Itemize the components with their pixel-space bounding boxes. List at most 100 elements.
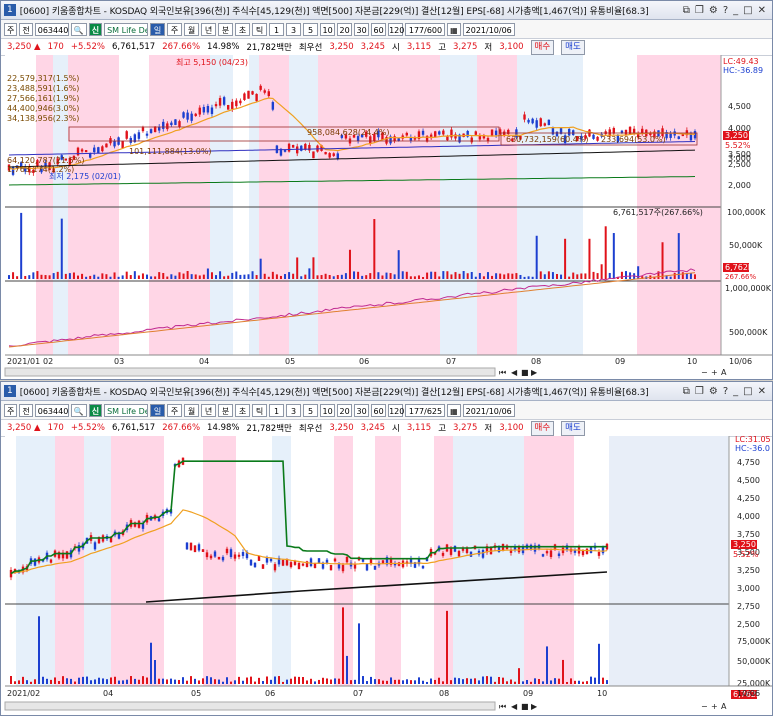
interval-120-button[interactable]: 120 xyxy=(388,403,404,417)
calendar-icon[interactable]: ▦ xyxy=(447,22,461,36)
stock-name-field[interactable]: SM Life De xyxy=(104,22,149,36)
candle-body xyxy=(494,130,498,136)
close-icon[interactable]: ✕ xyxy=(758,386,766,397)
volume-bar xyxy=(102,678,104,684)
interval-20-button[interactable]: 20 xyxy=(337,22,353,36)
nav-first-icon[interactable]: ⏮ xyxy=(499,702,506,711)
highlight-band xyxy=(609,436,729,686)
font-size-icon[interactable]: A xyxy=(721,702,727,711)
volume-bar xyxy=(122,680,124,684)
period-tick-button[interactable]: 틱 xyxy=(252,22,268,36)
close-icon[interactable]: ✕ xyxy=(758,5,766,16)
restore-icon[interactable]: ❐ xyxy=(695,5,704,16)
date-field[interactable]: 2021/10/06 xyxy=(462,22,515,36)
sell-button[interactable]: 매도 xyxy=(561,39,585,55)
period-month-button[interactable]: 월 xyxy=(184,403,200,417)
search-icon[interactable]: 🔍 xyxy=(70,403,87,417)
period-week-button[interactable]: 주 xyxy=(167,403,183,417)
interval-10-button[interactable]: 10 xyxy=(320,403,336,417)
restore-icon[interactable]: ❐ xyxy=(695,386,704,397)
high-value: 3,275 xyxy=(453,423,478,433)
period-year-button[interactable]: 년 xyxy=(201,22,217,36)
period-day-button[interactable]: 일 xyxy=(150,22,166,36)
maximize-icon[interactable]: □ xyxy=(743,5,752,16)
maximize-icon[interactable]: □ xyxy=(743,386,752,397)
interval-3-button[interactable]: 3 xyxy=(286,403,302,417)
data-count-field[interactable]: 177/625 xyxy=(405,403,446,417)
horizontal-scrollbar[interactable] xyxy=(4,701,496,711)
window-2-titlebar[interactable]: 1 [0600] 키움종합차트 - KOSDAQ 외국인보유[396(천)] 주… xyxy=(1,382,772,401)
nav-next-icon[interactable]: ▶ xyxy=(531,368,538,377)
nav-prev-icon[interactable]: ◀ xyxy=(511,702,518,711)
volume-bar xyxy=(141,273,144,279)
period-year-button[interactable]: 년 xyxy=(201,403,217,417)
volume-bar xyxy=(385,272,388,279)
period-minute-button[interactable]: 분 xyxy=(218,22,234,36)
interval-5-button[interactable]: 5 xyxy=(303,403,319,417)
period-minute-button[interactable]: 분 xyxy=(218,403,234,417)
tools-icon[interactable]: ⚙ xyxy=(709,5,718,16)
window-1-titlebar[interactable]: 1 [0600] 키움종합차트 - KOSDAQ 외국인보유[396(천)] 주… xyxy=(1,1,772,20)
horizontal-scrollbar[interactable] xyxy=(4,367,496,377)
interval-60-button[interactable]: 60 xyxy=(371,22,387,36)
period-second-button[interactable]: 초 xyxy=(235,403,251,417)
buy-button[interactable]: 매수 xyxy=(530,420,555,436)
interval-20-button[interactable]: 20 xyxy=(337,403,353,417)
interval-1-button[interactable]: 1 xyxy=(269,403,285,417)
stock-code-input[interactable]: 063440 xyxy=(34,22,69,36)
volume-bar xyxy=(542,681,544,684)
help-icon[interactable]: ? xyxy=(723,5,728,16)
chart-area-1[interactable]: 최고 5,150 (04/23) 최저 2,175 (02/01) 22,579… xyxy=(1,55,772,379)
interval-30-button[interactable]: 30 xyxy=(354,22,370,36)
link-icon[interactable]: ⧉ xyxy=(683,5,690,16)
zoom-in-icon[interactable]: + xyxy=(711,702,718,711)
candle-body xyxy=(205,552,209,558)
minimize-icon[interactable]: _ xyxy=(733,386,738,397)
interval-30-button[interactable]: 30 xyxy=(354,403,370,417)
tools-icon[interactable]: ⚙ xyxy=(709,386,718,397)
period-month-button[interactable]: 월 xyxy=(184,22,200,36)
candle-body xyxy=(65,551,69,559)
period-tick-button[interactable]: 틱 xyxy=(252,403,268,417)
nav-stop-icon[interactable]: ■ xyxy=(521,702,529,711)
date-label: 06 xyxy=(359,357,369,366)
help-icon[interactable]: ? xyxy=(723,386,728,397)
volume-bar xyxy=(458,678,460,684)
market-scope-select[interactable]: 전 xyxy=(19,403,33,417)
buy-button[interactable]: 매수 xyxy=(530,39,555,55)
stock-type-select[interactable]: 주 xyxy=(4,403,18,417)
interval-1-button[interactable]: 1 xyxy=(269,22,285,36)
stock-code-input[interactable]: 063440 xyxy=(34,403,69,417)
nav-next-icon[interactable]: ▶ xyxy=(531,702,538,711)
nav-stop-icon[interactable]: ■ xyxy=(521,368,529,377)
interval-120-button[interactable]: 120 xyxy=(388,22,404,36)
period-week-button[interactable]: 주 xyxy=(167,22,183,36)
link-icon[interactable]: ⧉ xyxy=(683,386,690,397)
zoom-in-icon[interactable]: + xyxy=(711,368,718,377)
market-scope-select[interactable]: 전 xyxy=(19,22,33,36)
interval-3-button[interactable]: 3 xyxy=(286,22,302,36)
interval-60-button[interactable]: 60 xyxy=(371,403,387,417)
period-second-button[interactable]: 초 xyxy=(235,22,251,36)
chart-area-2[interactable]: LC:31.05 HC:-36.0 4,750 4,500 4,250 4,00… xyxy=(1,436,772,716)
interval-10-button[interactable]: 10 xyxy=(320,22,336,36)
minimize-icon[interactable]: _ xyxy=(733,5,738,16)
date-field[interactable]: 2021/10/06 xyxy=(462,403,515,417)
stock-type-select[interactable]: 주 xyxy=(4,22,18,36)
volume-bar xyxy=(174,679,176,684)
zoom-out-icon[interactable]: − xyxy=(701,368,708,377)
sell-button[interactable]: 매도 xyxy=(561,420,585,436)
volume-bar xyxy=(342,607,344,684)
zoom-out-icon[interactable]: − xyxy=(701,702,708,711)
interval-5-button[interactable]: 5 xyxy=(303,22,319,36)
nav-first-icon[interactable]: ⏮ xyxy=(499,368,506,377)
volume-bar xyxy=(358,623,360,684)
period-day-button[interactable]: 일 xyxy=(150,403,166,417)
stock-name-field[interactable]: SM Life De xyxy=(104,403,149,417)
font-size-icon[interactable]: A xyxy=(721,368,727,377)
calendar-icon[interactable]: ▦ xyxy=(447,403,461,417)
nav-prev-icon[interactable]: ◀ xyxy=(511,368,518,377)
candle-body xyxy=(438,131,441,135)
data-count-field[interactable]: 177/600 xyxy=(405,22,446,36)
search-icon[interactable]: 🔍 xyxy=(70,22,87,36)
